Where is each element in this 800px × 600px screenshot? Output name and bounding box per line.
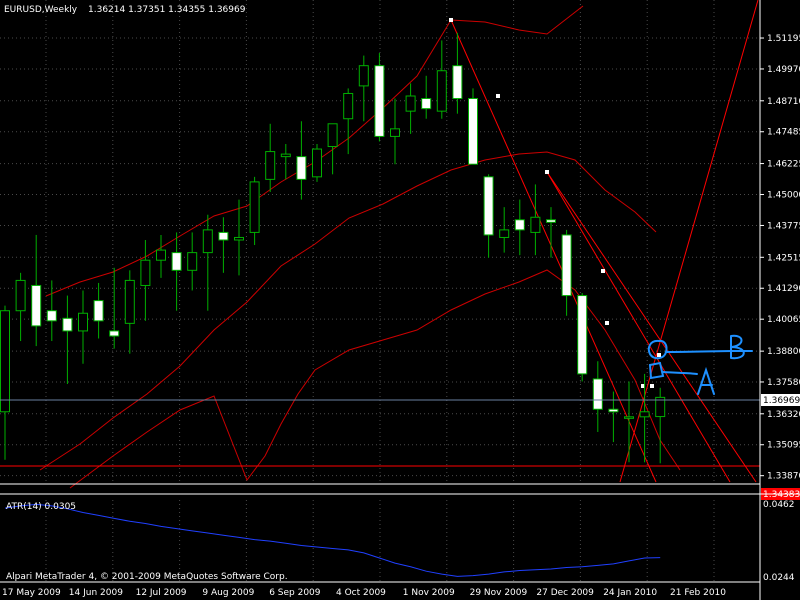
mt4-chart-window[interactable]: 1.51195 1.49970 1.48710 1.47485 1.46225 1.450… xyxy=(0,0,800,600)
candle-body xyxy=(514,219,525,231)
candle-body xyxy=(312,148,322,178)
candle-body xyxy=(452,65,463,100)
price-tick-label: 1.40065 xyxy=(767,315,800,325)
candle[interactable] xyxy=(374,53,385,142)
candle-body xyxy=(202,229,213,254)
candle-body xyxy=(546,219,556,223)
anchor-point xyxy=(496,94,500,98)
candle-body xyxy=(156,249,166,261)
candle-body xyxy=(577,295,588,375)
candle-body xyxy=(483,176,494,236)
candle[interactable] xyxy=(312,143,322,182)
anchor-point xyxy=(601,269,605,273)
candle-body xyxy=(296,156,307,180)
current-price-label: 1.36969 xyxy=(763,396,800,406)
candle-body xyxy=(421,98,432,110)
date-tick-label: 21 Feb 2010 xyxy=(670,588,726,598)
date-tick-label: 12 Jul 2009 xyxy=(136,588,187,598)
candle-body xyxy=(93,300,104,322)
support-price-label: 1.34383 xyxy=(763,490,800,500)
price-tick-label: 1.46225 xyxy=(767,160,800,170)
candle-body xyxy=(15,279,26,312)
date-tick-label: 27 Dec 2009 xyxy=(536,588,594,598)
anchor-point xyxy=(449,18,453,22)
candle-body xyxy=(109,330,120,337)
chart-ohlc: 1.36214 1.37351 1.34355 1.36969 xyxy=(88,5,246,15)
candle-body xyxy=(608,408,619,413)
date-tick-label: 6 Sep 2009 xyxy=(269,588,321,598)
price-tick-label: 1.47485 xyxy=(767,128,800,138)
candle-body xyxy=(405,95,416,112)
date-tick-label: 17 May 2009 xyxy=(2,588,61,598)
price-tick-label: 1.41290 xyxy=(767,284,800,294)
date-tick-label: 14 Jun 2009 xyxy=(69,588,123,598)
candle-body xyxy=(343,92,354,120)
candle-body xyxy=(436,70,447,112)
candle-body xyxy=(62,317,73,332)
candle-body xyxy=(171,252,182,271)
candle-body xyxy=(358,65,369,87)
candle-body xyxy=(592,378,603,410)
pointer-line-b xyxy=(665,350,753,353)
candle-body xyxy=(31,284,42,327)
price-tick-label: 1.38800 xyxy=(767,347,800,357)
candle-body xyxy=(280,153,291,158)
candle-body xyxy=(468,98,478,165)
date-tick-label: 4 Oct 2009 xyxy=(336,588,386,598)
date-tick-labels: 17 May 2009 14 Jun 2009 12 Jul 2009 9 Aug 2… xyxy=(2,588,726,598)
price-tick-label: 1.42515 xyxy=(767,253,800,263)
candle-body xyxy=(187,252,198,271)
anchor-point xyxy=(657,353,661,357)
price-tick-label: 1.43775 xyxy=(767,221,800,231)
candle-body xyxy=(499,229,510,238)
candle-body xyxy=(390,128,400,137)
chart-symbol: EURUSD,Weekly xyxy=(4,5,78,15)
price-tick-label: 1.33870 xyxy=(767,472,800,482)
candle-body xyxy=(561,234,572,297)
price-tick-label: 1.37580 xyxy=(767,378,800,388)
candle-body xyxy=(327,123,338,148)
chart-background xyxy=(0,0,800,600)
candle-body xyxy=(639,411,650,418)
atr-label: ATR(14) 0.0305 xyxy=(6,502,76,512)
candle-body xyxy=(234,236,244,241)
anchor-point xyxy=(545,170,549,174)
date-tick-label: 9 Aug 2009 xyxy=(202,588,254,598)
atr-min-label: 0.0244 xyxy=(763,573,795,583)
candle[interactable] xyxy=(468,88,478,165)
copyright-text: Alpari MetaTrader 4, © 2001-2009 MetaQuo… xyxy=(6,572,288,582)
candle[interactable] xyxy=(577,293,588,382)
candle-body xyxy=(265,151,276,180)
price-tick-label: 1.48710 xyxy=(767,97,800,107)
candle-body xyxy=(46,310,57,322)
candle-body xyxy=(249,181,260,233)
anchor-point xyxy=(650,384,654,388)
price-tick-label: 1.45000 xyxy=(767,191,800,201)
date-tick-label: 1 Nov 2009 xyxy=(403,588,455,598)
price-tick-label: 1.35095 xyxy=(767,441,800,451)
date-tick-label: 29 Nov 2009 xyxy=(470,588,528,598)
atr-max-label: 0.0462 xyxy=(763,500,795,510)
candle-body xyxy=(140,259,151,286)
price-tick-label: 1.49970 xyxy=(767,65,800,75)
price-tick-label: 1.51195 xyxy=(767,34,800,44)
candle-body xyxy=(0,310,10,413)
date-tick-label: 24 Jan 2010 xyxy=(603,588,657,598)
candle-body xyxy=(624,416,634,419)
candle-body xyxy=(78,312,88,332)
price-tick-label: 1.36320 xyxy=(767,410,800,420)
candle-body xyxy=(530,216,541,233)
candle-body xyxy=(124,279,135,324)
anchor-point xyxy=(605,321,609,325)
candle-body xyxy=(218,231,229,241)
candle-body xyxy=(374,65,385,137)
